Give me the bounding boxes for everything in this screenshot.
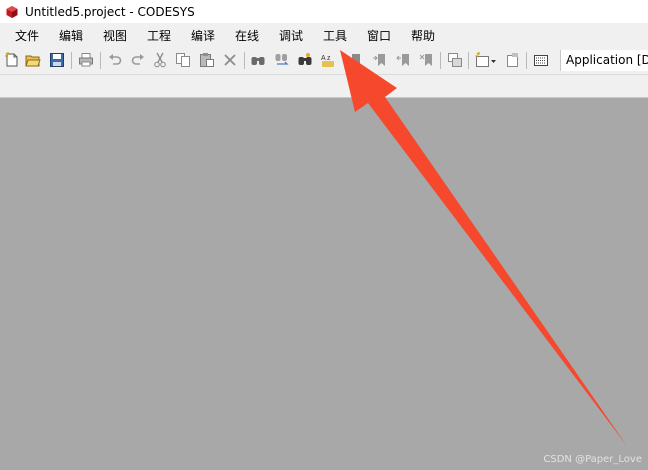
watermark: CSDN @Paper_Love xyxy=(543,454,642,465)
previous-bookmark-icon[interactable] xyxy=(396,52,412,68)
application-selector[interactable]: Application [D xyxy=(560,50,648,71)
menu-build[interactable]: 编译 xyxy=(191,27,215,44)
svg-text:A: A xyxy=(321,55,326,62)
toolbar-separator xyxy=(244,52,245,69)
secondary-toolbar xyxy=(0,75,648,98)
menu-window[interactable]: 窗口 xyxy=(367,27,391,44)
workspace-area xyxy=(0,98,648,470)
menu-online[interactable]: 在线 xyxy=(235,27,259,44)
properties-icon[interactable] xyxy=(504,52,520,68)
toolbar-separator xyxy=(440,52,441,69)
binoculars-icon[interactable] xyxy=(297,52,313,68)
menu-debug[interactable]: 调试 xyxy=(279,27,303,44)
bookmark-icon[interactable] xyxy=(348,52,364,68)
new-project-icon[interactable] xyxy=(4,52,20,68)
cut-icon[interactable] xyxy=(152,52,168,68)
toolbar: Az Application [D xyxy=(0,47,648,75)
toolbar-separator xyxy=(100,52,101,69)
print-icon[interactable] xyxy=(78,52,94,68)
windows-icon[interactable] xyxy=(447,52,463,68)
toolbar-separator xyxy=(526,52,527,69)
paste-icon[interactable] xyxy=(199,52,215,68)
menu-project[interactable]: 工程 xyxy=(147,27,171,44)
window-title: Untitled5.project - CODESYS xyxy=(25,4,195,19)
build-icon[interactable] xyxy=(533,52,549,68)
redo-icon[interactable] xyxy=(130,52,146,68)
find-replace-icon[interactable] xyxy=(274,52,290,68)
codesys-logo-icon xyxy=(6,5,18,18)
add-object-icon[interactable] xyxy=(475,52,497,68)
clear-bookmarks-icon[interactable] xyxy=(419,52,435,68)
menu-file[interactable]: 文件 xyxy=(15,27,39,44)
text-replace-icon[interactable]: Az xyxy=(320,52,336,68)
title-bar: Untitled5.project - CODESYS xyxy=(0,0,648,23)
menu-help[interactable]: 帮助 xyxy=(411,27,435,44)
copy-icon[interactable] xyxy=(175,52,191,68)
save-project-icon[interactable] xyxy=(49,52,65,68)
find-icon[interactable] xyxy=(250,52,266,68)
menu-tools[interactable]: 工具 xyxy=(323,27,347,44)
open-project-icon[interactable] xyxy=(25,52,41,68)
menu-view[interactable]: 视图 xyxy=(103,27,127,44)
toolbar-separator xyxy=(468,52,469,69)
delete-icon[interactable] xyxy=(222,52,238,68)
next-bookmark-icon[interactable] xyxy=(372,52,388,68)
menu-edit[interactable]: 编辑 xyxy=(59,27,83,44)
svg-text:z: z xyxy=(327,55,331,62)
undo-icon[interactable] xyxy=(107,52,123,68)
toolbar-separator xyxy=(71,52,72,69)
menu-bar: 文件 编辑 视图 工程 编译 在线 调试 工具 窗口 帮助 xyxy=(0,23,648,47)
